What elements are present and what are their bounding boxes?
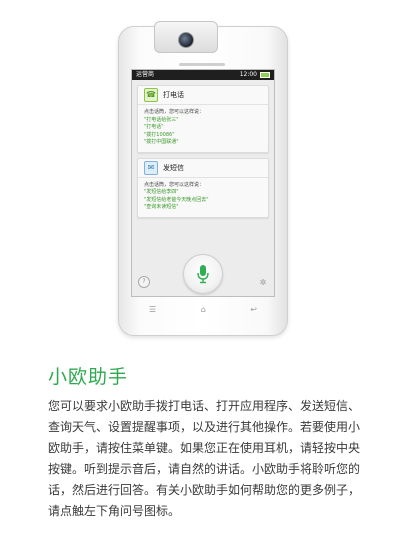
camera-lens	[178, 32, 194, 48]
phone-illustration: 运营商 12:00 ☎ 打电话 点击话筒，您可以这样说： "打电话给张三" "打…	[118, 21, 288, 336]
card-header: ✉ 发短信	[138, 159, 268, 178]
help-button[interactable]: ?	[138, 276, 150, 288]
card-title: 发短信	[163, 163, 184, 172]
example-phrase: "发短信给老爸今天晚点回去"	[144, 196, 209, 203]
status-bar: 运营商 12:00	[132, 70, 274, 80]
battery-icon	[260, 72, 270, 78]
home-key-icon[interactable]: ⌂	[201, 305, 206, 314]
clock: 12:00	[239, 71, 257, 78]
back-key-icon[interactable]: ↩	[250, 305, 257, 314]
sms-icon: ✉	[144, 160, 158, 175]
status-right: 12:00	[240, 70, 270, 80]
example-phrase: "拨打中国联通"	[144, 139, 179, 145]
card-intro: 点击话筒，您可以这样说：	[144, 109, 205, 115]
card-title: 打电话	[163, 91, 184, 99]
rotating-camera	[154, 21, 218, 53]
menu-key-icon[interactable]: ☰	[149, 305, 156, 314]
card-body: 点击话筒，您可以这样说： "发短信给李四" "发短信给老爸今天晚点回去" "查询…	[138, 178, 268, 217]
phone-screen: 运营商 12:00 ☎ 打电话 点击话筒，您可以这样说： "打电话给张三" "打…	[131, 69, 275, 297]
hardware-nav-keys: ☰ ⌂ ↩	[149, 305, 257, 314]
card-header: ☎ 打电话	[138, 86, 268, 105]
example-phrase: "打电话给张三"	[144, 116, 179, 123]
example-phrase: "打电话"	[144, 124, 164, 130]
example-phrase: "拨打10086"	[144, 131, 175, 138]
voice-controls: ? ✲	[132, 250, 274, 296]
microphone-button[interactable]	[183, 254, 223, 294]
card-body: 点击话筒，您可以这样说： "打电话给张三" "打电话" "拨打10086" "拨…	[138, 105, 268, 152]
example-phrase: "查询未读短信"	[144, 204, 179, 210]
feature-description: 您可以要求小欧助手拨打电话、打开应用程序、发送短信、查询天气、设置提醒事项，以及…	[48, 399, 361, 518]
example-phrase: "发短信给李四"	[144, 189, 179, 195]
microphone-icon	[197, 265, 209, 284]
earpiece-speaker	[179, 63, 225, 66]
call-card[interactable]: ☎ 打电话 点击话筒，您可以这样说： "打电话给张三" "打电话" "拨打100…	[137, 85, 269, 153]
card-intro: 点击话筒，您可以这样说：	[144, 181, 205, 188]
carrier-label: 运营商	[136, 71, 155, 78]
sms-card[interactable]: ✉ 发短信 点击话筒，您可以这样说： "发短信给李四" "发短信给老爸今天晚点回…	[137, 157, 269, 218]
gear-icon[interactable]: ✲	[258, 278, 268, 288]
page-title: 小欧助手	[48, 366, 129, 388]
phone-call-icon: ☎	[144, 88, 158, 102]
